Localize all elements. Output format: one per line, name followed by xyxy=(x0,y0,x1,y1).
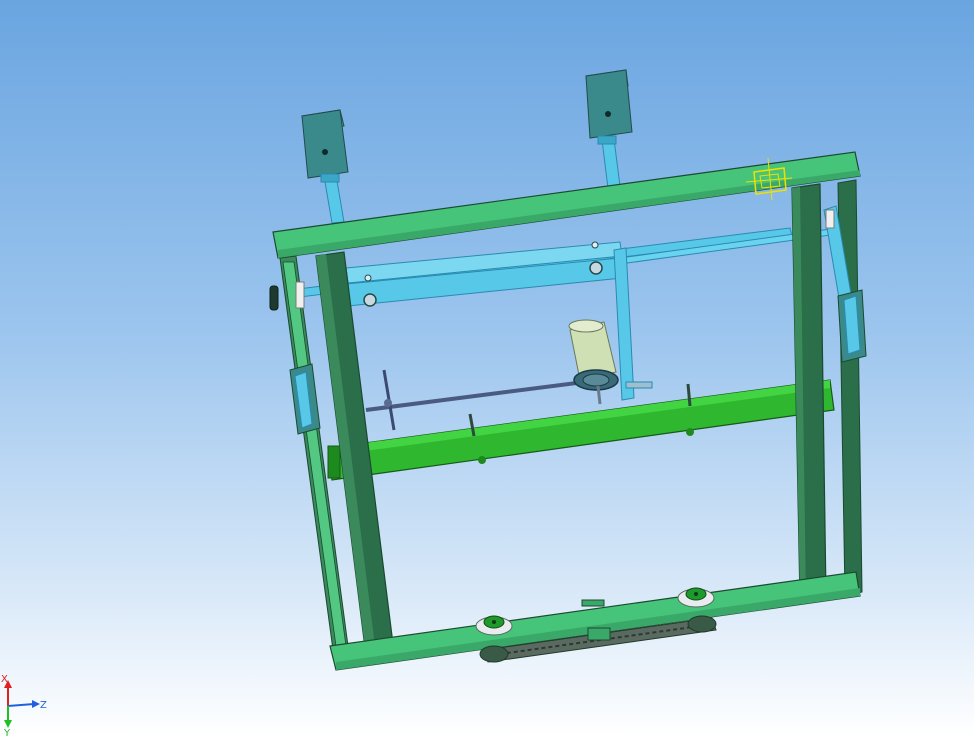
carriage-bolt-icon xyxy=(591,241,599,249)
cad-model[interactable] xyxy=(0,0,974,737)
left-wheel xyxy=(269,285,279,311)
crossbar-pin xyxy=(686,383,692,407)
frame-top-beam-face xyxy=(278,170,860,258)
pulley-left[interactable] xyxy=(475,615,513,636)
chain-bracket xyxy=(581,599,605,607)
triad-z-axis xyxy=(7,703,35,707)
triad-y-arrow-icon xyxy=(4,720,12,728)
orientation-triad[interactable]: X Z Y xyxy=(0,672,60,737)
motor-assembly[interactable] xyxy=(568,319,619,405)
crossbar-endcap-left xyxy=(327,445,341,479)
drive-shaft[interactable] xyxy=(365,378,601,412)
left-sensor-lens-icon xyxy=(322,149,328,155)
right-sensor-bracket xyxy=(597,135,617,145)
carriage-roller-icon xyxy=(363,293,377,307)
motor-top-cap xyxy=(568,319,604,333)
left-bumper xyxy=(295,281,305,309)
chain-tensioner xyxy=(587,627,611,641)
left-sensor-bracket xyxy=(320,173,340,183)
right-bumper xyxy=(825,209,835,229)
triad-z-arrow-icon xyxy=(32,700,40,708)
pulley-bolt-icon xyxy=(694,592,698,596)
pulley-right[interactable] xyxy=(677,587,715,608)
left-sensor-box[interactable] xyxy=(301,109,349,179)
carriage-bolt-icon xyxy=(364,274,372,282)
motor-flange-inner xyxy=(582,373,610,387)
pulley-bolt-icon xyxy=(492,620,496,624)
shaft-collar-icon xyxy=(384,399,392,407)
cad-viewport[interactable]: X Z Y xyxy=(0,0,974,737)
triad-x-label: X xyxy=(1,674,8,685)
cyan-post-foot xyxy=(625,381,653,389)
motor-output-shaft xyxy=(596,385,602,405)
right-sensor-box[interactable] xyxy=(585,69,633,139)
sprocket-right xyxy=(687,615,717,633)
right-sensor-lens-icon xyxy=(605,111,611,117)
sprocket-left xyxy=(479,645,509,663)
crossbar-foot-icon xyxy=(478,456,486,464)
triad-y-label: Y xyxy=(3,728,11,737)
carriage-roller-icon xyxy=(589,261,603,275)
triad-z-label: Z xyxy=(40,700,47,711)
crossbar-foot-icon xyxy=(686,428,694,436)
right-sensor-post[interactable] xyxy=(601,138,621,189)
